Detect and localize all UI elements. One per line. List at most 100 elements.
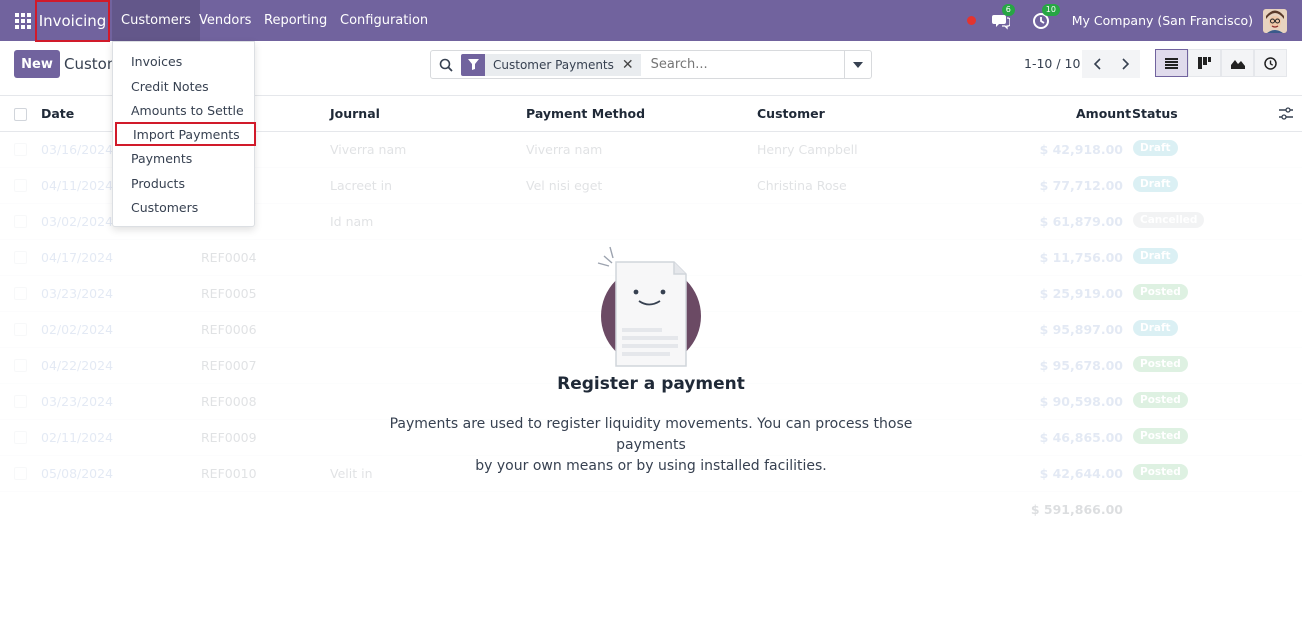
column-payment-method[interactable]: Payment Method [526,106,645,121]
helper-text: Payments are used to register liquidity … [371,414,931,477]
amount-total: $ 591,866.00 [1030,502,1123,517]
row-payment-method: Viverra nam [526,142,603,157]
row-amount: $ 77,712.00 [1039,178,1123,193]
row-amount: $ 95,897.00 [1039,322,1123,337]
row-checkbox[interactable] [14,143,27,156]
menu-item-products[interactable]: Products [113,171,254,195]
status-badge: Posted [1133,464,1188,480]
row-checkbox[interactable] [14,251,27,264]
row-amount: $ 90,598.00 [1039,394,1123,409]
status-badge: Posted [1133,428,1188,444]
row-checkbox[interactable] [14,467,27,480]
pager-value[interactable]: 1-10 / 10 [1024,56,1080,71]
row-journal: Velit in [330,466,373,481]
row-number: REF0008 [201,394,257,409]
search-options-toggle[interactable] [844,51,871,78]
menu-customers[interactable]: Customers [112,0,200,41]
list-view-icon[interactable] [1155,49,1188,77]
status-badge: Draft [1133,248,1178,264]
row-checkbox[interactable] [14,359,27,372]
row-number: REF0004 [201,250,257,265]
menu-configuration[interactable]: Configuration [331,0,437,41]
menu-item-payments[interactable]: Payments [113,146,254,170]
select-all-checkbox[interactable] [14,108,27,121]
row-journal: Id nam [330,214,374,229]
menu-item-invoices[interactable]: Invoices [113,49,254,73]
row-date: 02/11/2024 [41,430,114,445]
app-brand[interactable]: Invoicing [35,0,110,42]
kanban-view-icon[interactable] [1188,49,1221,77]
column-settings-icon[interactable] [1279,107,1293,124]
status-badge: Draft [1133,140,1178,156]
row-customer: Henry Campbell [757,142,858,157]
row-date: 05/08/2024 [41,466,114,481]
row-checkbox[interactable] [14,395,27,408]
row-journal: Lacreet in [330,178,393,193]
facet-remove-icon[interactable]: ✕ [621,53,641,76]
row-amount: $ 95,678.00 [1039,358,1123,373]
column-date[interactable]: Date [41,106,74,121]
row-number: REF0006 [201,322,257,337]
row-date: 04/11/2024 [41,178,114,193]
pager-previous-icon[interactable] [1082,50,1111,78]
row-number: REF0007 [201,358,257,373]
row-date: 04/17/2024 [41,250,114,265]
row-number: REF0010 [201,466,257,481]
menu-item-credit-notes[interactable]: Credit Notes [113,74,254,98]
column-amount[interactable]: Amount [1076,106,1131,121]
activity-badge: 10 [1041,3,1060,16]
new-button[interactable]: New [14,50,60,78]
smiling-document-illustration [596,244,706,373]
menu-item-customers[interactable]: Customers [113,195,254,219]
row-checkbox[interactable] [14,215,27,228]
user-avatar[interactable] [1263,8,1287,33]
activity-clock-icon[interactable]: 10 [1032,3,1060,30]
row-amount: $ 42,918.00 [1039,142,1123,157]
menu-item-import-payments[interactable]: Import Payments [115,122,256,146]
search-input[interactable] [650,57,851,72]
facet-label: Customer Payments [485,53,622,76]
row-date: 02/02/2024 [41,322,114,337]
row-checkbox[interactable] [14,431,27,444]
chat-icon[interactable]: 6 [991,3,1015,30]
row-amount: $ 11,756.00 [1039,250,1123,265]
row-date: 03/02/2024 [41,214,114,229]
menu-item-amounts-to-settle[interactable]: Amounts to Settle [113,98,254,122]
column-status[interactable]: Status [1132,106,1178,121]
chat-badge: 6 [1001,3,1015,16]
row-date: 03/16/2024 [41,142,114,157]
search-bar[interactable]: Customer Payments ✕ [430,50,872,79]
menu-vendors[interactable]: Vendors [190,0,260,41]
helper-title: Register a payment [557,374,745,394]
company-switcher[interactable]: My Company (San Francisco) [1072,13,1253,28]
column-journal[interactable]: Journal [330,106,380,121]
graph-view-icon[interactable] [1221,49,1254,77]
row-checkbox[interactable] [14,323,27,336]
search-facet: Customer Payments ✕ [461,53,641,76]
column-customer[interactable]: Customer [757,106,825,121]
row-payment-method: Vel nisi eget [526,178,603,193]
row-journal: Viverra nam [330,142,407,157]
row-number: REF0009 [201,430,257,445]
search-icon [431,58,461,72]
helper-text-line-2: by your own means or by using installed … [475,458,827,474]
row-checkbox[interactable] [14,179,27,192]
status-badge: Posted [1133,356,1188,372]
status-badge: Posted [1133,284,1188,300]
row-date: 03/23/2024 [41,286,114,301]
row-date: 03/23/2024 [41,394,114,409]
row-amount: $ 42,644.00 [1039,466,1123,481]
recording-indicator-icon[interactable] [966,16,976,25]
row-number: REF0005 [201,286,257,301]
apps-menu-icon[interactable] [15,12,31,29]
row-amount: $ 46,865.00 [1039,430,1123,445]
customers-dropdown-menu: Invoices Credit Notes Amounts to Settle … [112,41,256,227]
pager-next-icon[interactable] [1111,50,1140,78]
row-checkbox[interactable] [14,287,27,300]
status-badge: Posted [1133,392,1188,408]
status-badge: Draft [1133,176,1178,192]
activity-view-icon[interactable] [1254,49,1287,77]
menu-reporting[interactable]: Reporting [255,0,336,41]
filter-icon [461,53,485,76]
row-amount: $ 61,879.00 [1039,214,1123,229]
